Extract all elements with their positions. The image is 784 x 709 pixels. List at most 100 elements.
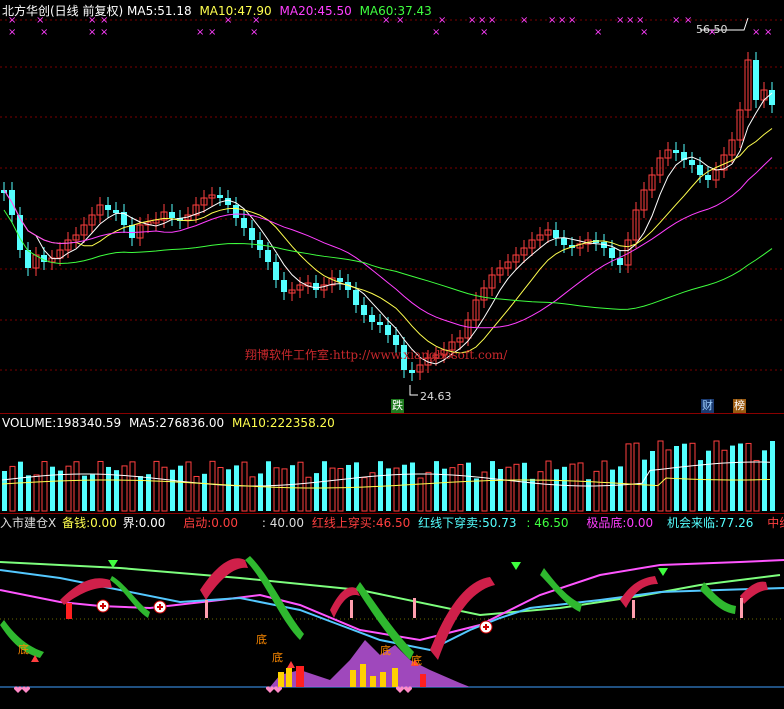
volume-bar (689, 442, 696, 512)
colon-value: : 46.50 (526, 516, 569, 530)
volume-bar (618, 466, 623, 511)
price-volume-divider (0, 413, 784, 414)
volume-bar (314, 473, 319, 511)
candle-body (265, 250, 271, 262)
volume-bar (209, 460, 216, 512)
volume-bar (202, 473, 207, 511)
low-price-label: 24.63 (420, 390, 452, 403)
indicator-header: 入市建仓X 备钱:0.00 界:0.00 启动:0.00 : 40.00 红线上… (0, 516, 784, 530)
signal-marker-icon: × (626, 15, 635, 26)
volume-bar (226, 469, 231, 511)
volume-bar (434, 461, 439, 511)
money-label: 备钱: (62, 516, 91, 530)
signal-marker-icon: × (468, 15, 477, 26)
candle-body (233, 205, 239, 218)
volume-bar (241, 461, 248, 512)
signal-bar (392, 668, 398, 687)
volume-bar (665, 449, 672, 512)
jie-value: 0.00 (138, 516, 166, 530)
signal-marker-icon: × (432, 27, 441, 38)
volume-bar (305, 476, 312, 512)
signal-marker-icon: × (208, 27, 217, 38)
candle-body (353, 290, 359, 305)
volume-bar (530, 478, 535, 511)
candle-body (561, 238, 567, 245)
candle-body (313, 283, 319, 290)
ma5-label: MA5: (127, 4, 158, 18)
start-value: 0.00 (211, 516, 239, 530)
signal-marker-icon: × (684, 15, 693, 26)
ma5-value: 51.18 (157, 4, 192, 18)
volume-bar (297, 461, 304, 512)
signal-bar (296, 666, 304, 687)
candle-body (113, 210, 119, 213)
volume-bar (97, 460, 104, 512)
signal-bar (420, 674, 426, 687)
volume-bar (625, 443, 632, 512)
signal-marker-icon: × (480, 27, 489, 38)
signal-marker-icon: × (250, 27, 259, 38)
volume-bar (50, 466, 55, 511)
signal-marker-icon: × (40, 27, 49, 38)
signal-tick (205, 600, 208, 618)
entry-label: 入市建仓X (0, 516, 57, 530)
badge-drop[interactable]: 跌 (391, 399, 404, 413)
ma20-label: MA20: (279, 4, 318, 18)
money-value: 0.00 (90, 516, 117, 530)
signal-marker-icon: × (616, 15, 625, 26)
bottom-signal-label: 底 (18, 643, 29, 656)
signal-ribbon (200, 558, 248, 600)
candle-body (689, 160, 695, 165)
sell-arrow-icon (658, 568, 668, 576)
volume-bar (770, 441, 775, 511)
signal-tick (632, 600, 635, 618)
red-down-value: 50.73 (482, 516, 517, 530)
volume-bar (329, 467, 336, 512)
candle-body (769, 90, 775, 105)
bottom-signal-label: 底 (411, 654, 422, 667)
volume-bar (513, 463, 520, 512)
signal-ribbon (740, 581, 768, 604)
volume-bar (610, 469, 615, 511)
candle-body (281, 280, 287, 292)
candle-body (697, 165, 703, 175)
ma60-line (3, 209, 773, 310)
volume-bar (682, 443, 687, 511)
volume-bar (73, 461, 80, 512)
volume-bar (281, 468, 288, 512)
signal-ribbon (110, 576, 150, 618)
jie-label: 界: (122, 516, 139, 530)
volume-bar (490, 461, 495, 511)
volume-header: VOLUME:198340.59 MA5:276836.00 MA10:2223… (2, 416, 335, 430)
volume-bar (354, 462, 359, 511)
signal-marker-icon: × (640, 27, 649, 38)
candle-body (129, 225, 135, 238)
volume-ma5-value: 276836.00 (159, 416, 225, 430)
volume-bar (217, 467, 224, 512)
signal-bar (360, 664, 366, 687)
volume-ma5-label: MA5: (129, 416, 160, 430)
signal-bar (370, 676, 376, 687)
chance-label: 机会来临: (667, 516, 720, 530)
candle-body (609, 248, 615, 258)
volume-bar (657, 440, 664, 512)
signal-marker-icon: × (100, 15, 109, 26)
badge-cai[interactable]: 财 (701, 399, 714, 413)
volume-bar (26, 475, 31, 511)
volume-bar (146, 474, 151, 511)
volume-bar (9, 465, 16, 512)
candle-body (385, 325, 391, 335)
badge-bang[interactable]: 榜 (733, 399, 746, 413)
candle-body (705, 175, 711, 180)
volume-bar (762, 450, 767, 511)
signal-ribbon (245, 556, 304, 640)
sell-arrow-icon (511, 562, 521, 570)
volume-bar (114, 470, 119, 511)
signal-marker-icon: × (558, 15, 567, 26)
signal-bar (286, 668, 292, 687)
low-pointer (409, 385, 418, 396)
candle-body (369, 315, 375, 322)
signal-marker-icon: × (88, 27, 97, 38)
signal-ribbon (620, 576, 658, 608)
bottom-signal-label: 底 (380, 644, 391, 657)
